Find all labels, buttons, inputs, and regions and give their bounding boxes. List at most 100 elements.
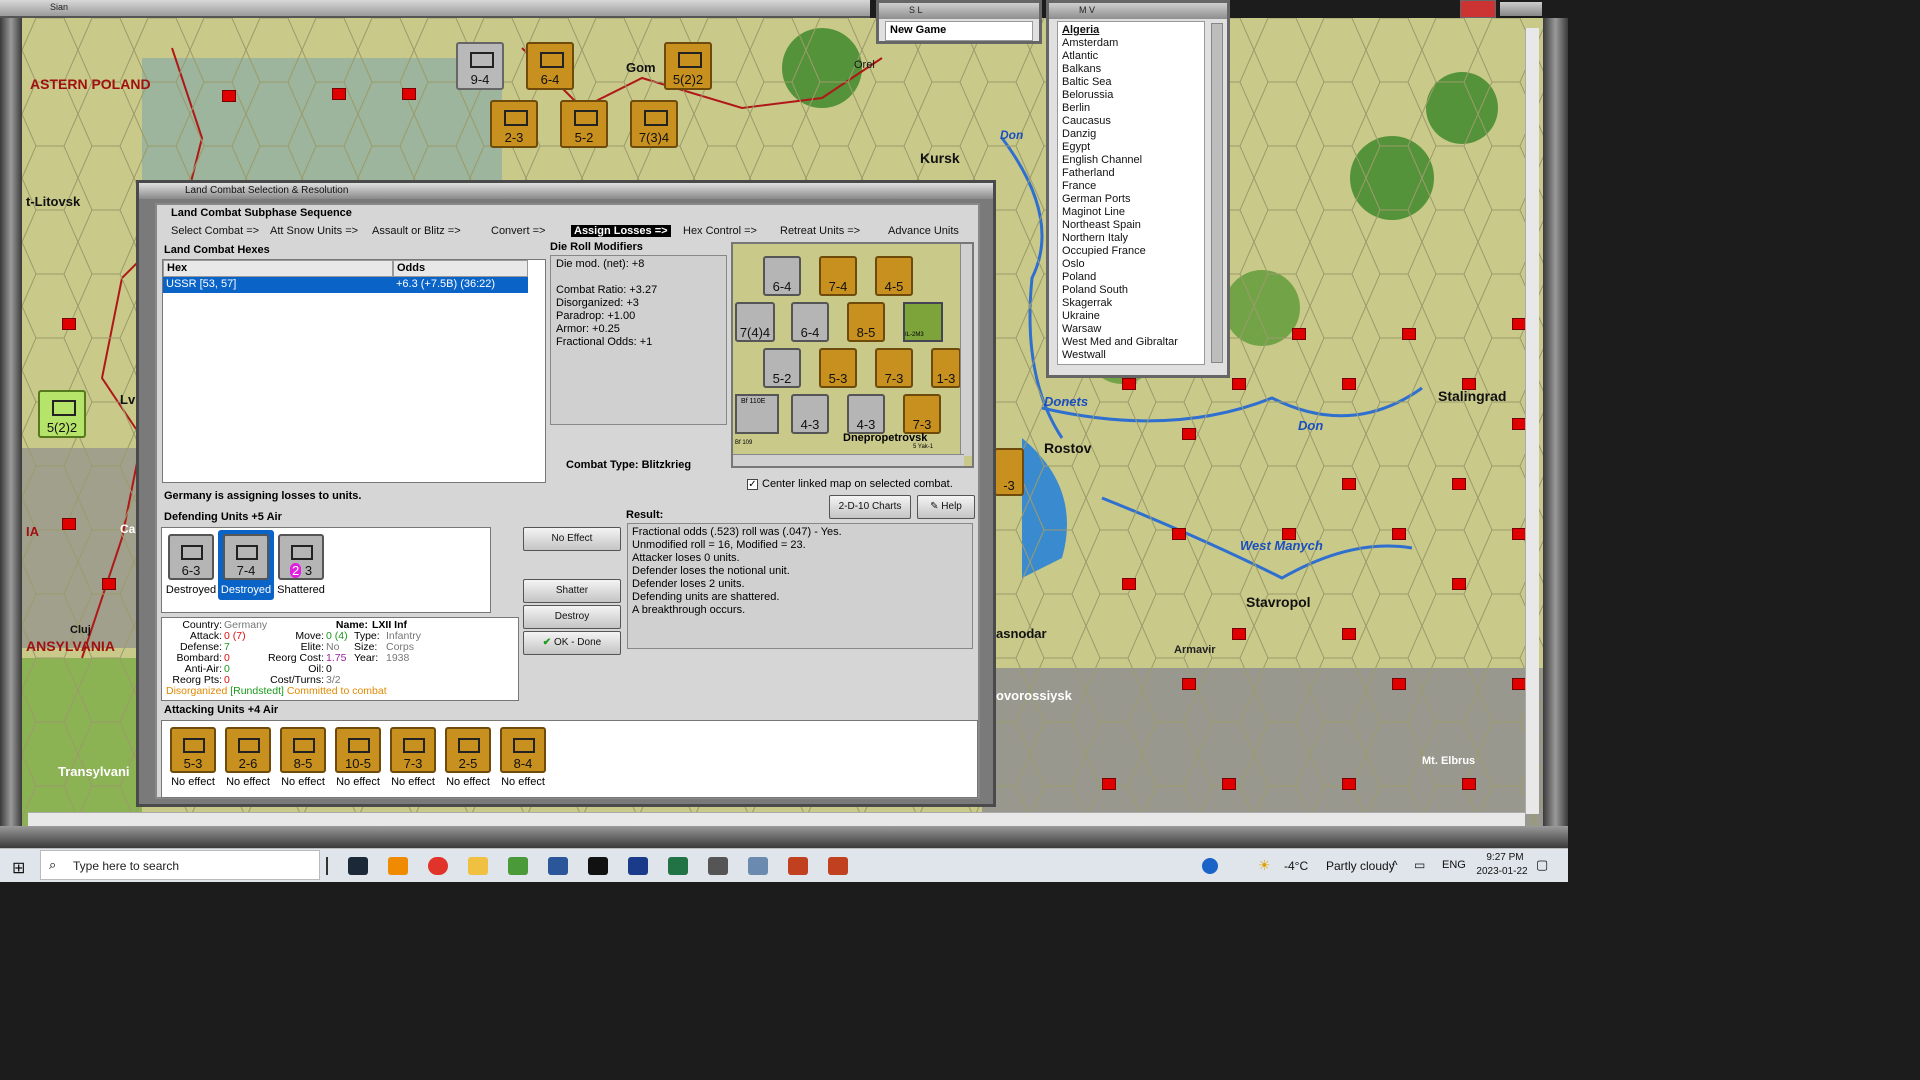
map-unit[interactable]: 5-2 bbox=[560, 100, 608, 148]
land-combat-dialog[interactable]: Land Combat Selection & Resolution Land … bbox=[136, 180, 996, 807]
list-item[interactable]: Caucasus bbox=[1062, 115, 1200, 128]
combat-minimap[interactable]: 6-4 7-4 4-5 7(4)4 6-4 8-5 IL-2M3 5-2 5-3… bbox=[731, 242, 974, 468]
map-unit[interactable]: 2-3 bbox=[490, 100, 538, 148]
network-icon[interactable]: ▭ bbox=[1414, 858, 1425, 872]
app-icon[interactable] bbox=[748, 857, 768, 875]
main-window-titlebar[interactable]: Sian bbox=[0, 0, 870, 18]
defender-unit[interactable]: 6-3 bbox=[168, 534, 214, 580]
minimap-unit[interactable]: 8-5 bbox=[847, 302, 885, 342]
minimap-unit[interactable]: 7-3 bbox=[875, 348, 913, 388]
minimap-unit[interactable]: 6-4 bbox=[763, 256, 801, 296]
defender-unit[interactable]: 2 3 bbox=[278, 534, 324, 580]
list-item[interactable]: Poland bbox=[1062, 271, 1200, 284]
hexes-col-hex[interactable]: Hex bbox=[163, 260, 393, 277]
notepad-icon[interactable] bbox=[508, 857, 528, 875]
shatter-button[interactable]: Shatter bbox=[523, 579, 621, 603]
disney-icon[interactable] bbox=[628, 857, 648, 875]
list-item[interactable]: Fatherland bbox=[1062, 167, 1200, 180]
clock-time[interactable]: 9:27 PM bbox=[1478, 852, 1532, 863]
minimap-unit[interactable]: 6-4 bbox=[791, 302, 829, 342]
list-item[interactable]: Belorussia bbox=[1062, 89, 1200, 102]
minimap-air-unit[interactable]: IL-2M3 bbox=[903, 302, 943, 342]
attacker-unit[interactable]: 8-5 bbox=[280, 727, 326, 773]
destroy-button[interactable]: Destroy bbox=[523, 605, 621, 629]
list-item[interactable]: Balkans bbox=[1062, 63, 1200, 76]
list-item[interactable]: Atlantic bbox=[1062, 50, 1200, 63]
list-item[interactable]: Maginot Line bbox=[1062, 206, 1200, 219]
file-explorer-icon[interactable] bbox=[468, 857, 488, 875]
clock-date[interactable]: 2023-01-22 bbox=[1470, 866, 1534, 877]
help-button[interactable]: ✎ Help bbox=[917, 495, 975, 519]
list-item[interactable]: Baltic Sea bbox=[1062, 76, 1200, 89]
attacking-units-panel[interactable]: 5-3 No effect 2-6 No effect 8-5 No effec… bbox=[161, 720, 978, 798]
mv-list-scrollbar[interactable] bbox=[1211, 23, 1223, 363]
steam-icon[interactable] bbox=[348, 857, 368, 875]
map-unit[interactable]: 5(2)2 bbox=[664, 42, 712, 90]
center-map-checkbox[interactable]: ✓ bbox=[747, 479, 758, 490]
list-item[interactable]: Algeria bbox=[1062, 24, 1200, 37]
minimap-unit[interactable]: 4-3 bbox=[791, 394, 829, 434]
attacker-unit[interactable]: 7-3 bbox=[390, 727, 436, 773]
list-item[interactable]: German Ports bbox=[1062, 193, 1200, 206]
table-row[interactable]: USSR [53, 57] +6.3 (+7.5B) (36:22) bbox=[163, 277, 528, 293]
list-item[interactable]: Ukraine bbox=[1062, 310, 1200, 323]
ok-done-button[interactable]: ✔ OK - Done bbox=[523, 631, 621, 655]
no-effect-button[interactable]: No Effect bbox=[523, 527, 621, 551]
map-vertical-scrollbar[interactable] bbox=[1525, 28, 1539, 814]
minimap-unit[interactable]: 7-4 bbox=[819, 256, 857, 296]
map-unit[interactable]: 6-4 bbox=[526, 42, 574, 90]
map-unit[interactable]: 9-4 bbox=[456, 42, 504, 90]
vlc-icon[interactable] bbox=[388, 857, 408, 875]
minimap-air-unit[interactable]: Bf 110E bbox=[735, 394, 779, 434]
notification-icon[interactable]: ▢ bbox=[1536, 857, 1548, 873]
word-icon[interactable] bbox=[548, 857, 568, 875]
list-item[interactable]: English Channel bbox=[1062, 154, 1200, 167]
chrome-icon[interactable] bbox=[428, 857, 448, 875]
minimap-hscroll[interactable] bbox=[733, 454, 964, 466]
minimap-unit[interactable]: 5-2 bbox=[763, 348, 801, 388]
list-item[interactable]: Amsterdam bbox=[1062, 37, 1200, 50]
minimap-unit[interactable]: 7-3 bbox=[903, 394, 941, 434]
mv-window[interactable]: M V Algeria Amsterdam Atlantic Balkans B… bbox=[1046, 0, 1230, 378]
window-controls[interactable] bbox=[1500, 2, 1542, 16]
attacker-unit[interactable]: 8-4 bbox=[500, 727, 546, 773]
mv-location-list[interactable]: Algeria Amsterdam Atlantic Balkans Balti… bbox=[1057, 21, 1205, 365]
game-app-icon[interactable] bbox=[788, 857, 808, 875]
game-app-icon[interactable] bbox=[828, 857, 848, 875]
minimap-unit[interactable]: 1-3 bbox=[931, 348, 961, 388]
list-item[interactable]: Occupied France bbox=[1062, 245, 1200, 258]
defender-unit-selected[interactable]: 7-4 bbox=[223, 534, 269, 580]
list-item[interactable]: West Med and Gibraltar bbox=[1062, 336, 1200, 349]
list-item[interactable]: Egypt bbox=[1062, 141, 1200, 154]
attacker-unit[interactable]: 2-6 bbox=[225, 727, 271, 773]
sl-window[interactable]: S L New Game bbox=[876, 0, 1042, 44]
netflix-icon[interactable] bbox=[588, 857, 608, 875]
hexes-col-odds[interactable]: Odds bbox=[393, 260, 528, 277]
chevron-up-icon[interactable]: ^ bbox=[1392, 858, 1398, 872]
minimap-unit[interactable]: 7(4)4 bbox=[735, 302, 775, 342]
list-item[interactable]: France bbox=[1062, 180, 1200, 193]
attacker-unit[interactable]: 10-5 bbox=[335, 727, 381, 773]
excel-icon[interactable] bbox=[668, 857, 688, 875]
list-item[interactable]: Westwall bbox=[1062, 349, 1200, 362]
list-item[interactable]: Berlin bbox=[1062, 102, 1200, 115]
charts-button[interactable]: 2-D-10 Charts bbox=[829, 495, 911, 519]
list-item[interactable]: Skagerrak bbox=[1062, 297, 1200, 310]
attacker-unit[interactable]: 5-3 bbox=[170, 727, 216, 773]
list-item[interactable]: Poland South bbox=[1062, 284, 1200, 297]
hexes-table[interactable]: Hex Odds USSR [53, 57] +6.3 (+7.5B) (36:… bbox=[162, 259, 546, 483]
map-unit[interactable]: 7(3)4 bbox=[630, 100, 678, 148]
calculator-icon[interactable] bbox=[708, 857, 728, 875]
minimap-unit[interactable]: 4-3 bbox=[847, 394, 885, 434]
help-tray-icon[interactable] bbox=[1202, 858, 1218, 874]
list-item[interactable]: Northern Italy bbox=[1062, 232, 1200, 245]
defending-units-panel[interactable]: 6-3 Destroyed 7-4 Destroyed 2 3 Shattere… bbox=[161, 527, 491, 613]
sl-item-new-game[interactable]: New Game bbox=[885, 21, 1033, 41]
windows-start-icon[interactable]: ⊞ bbox=[12, 858, 25, 878]
list-item[interactable]: Northeast Spain bbox=[1062, 219, 1200, 232]
map-unit[interactable]: -3 bbox=[994, 448, 1024, 496]
list-item[interactable]: Warsaw bbox=[1062, 323, 1200, 336]
minimap-vscroll[interactable] bbox=[960, 244, 972, 456]
attacker-unit[interactable]: 2-5 bbox=[445, 727, 491, 773]
taskbar-search-box[interactable]: ⌕ Type here to search bbox=[40, 850, 320, 880]
